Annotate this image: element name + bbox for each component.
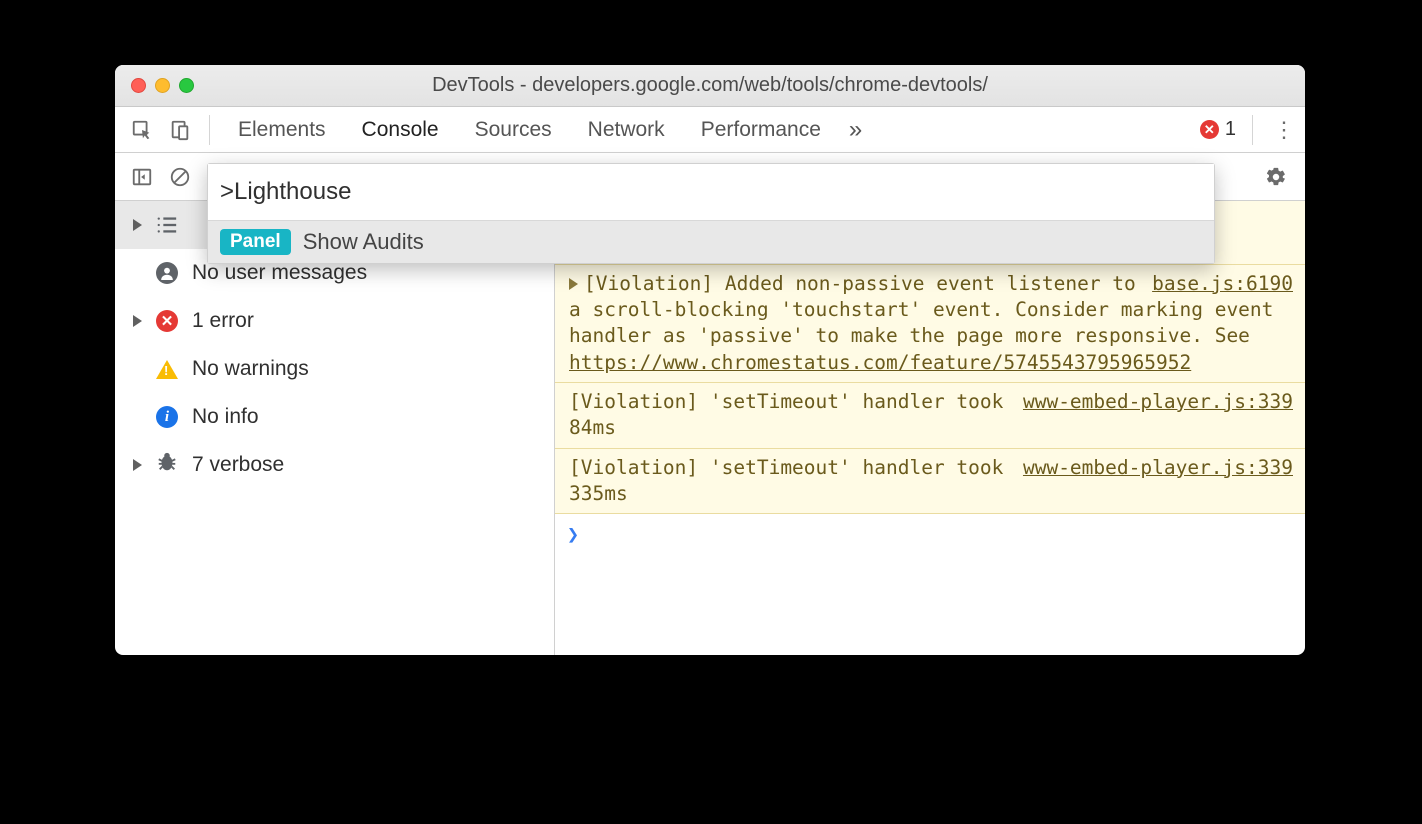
tabs-bar: Elements Console Sources Network Perform… xyxy=(115,107,1305,153)
log-entry[interactable]: www-embed-player.js:339 [Violation] 'set… xyxy=(555,383,1305,449)
log-entry[interactable]: www-embed-player.js:339 [Violation] 'set… xyxy=(555,449,1305,515)
log-source[interactable]: www-embed-player.js:339 xyxy=(1023,389,1293,415)
log-text: [Violation] 'setTimeout' handler took 33… xyxy=(569,456,1003,505)
tab-performance[interactable]: Performance xyxy=(683,107,839,152)
log-link[interactable]: https://www.chromestatus.com/feature/574… xyxy=(569,351,1191,374)
devtools-window: DevTools - developers.google.com/web/too… xyxy=(115,65,1305,655)
console-prompt[interactable] xyxy=(555,514,1305,554)
console-sidebar: No user messages ✕ 1 error No warnings i… xyxy=(115,201,555,655)
toggle-sidebar-icon[interactable] xyxy=(127,162,157,192)
log-source[interactable]: base.js:6190 xyxy=(1152,271,1293,297)
command-menu: Panel Show Audits xyxy=(207,163,1215,264)
error-count-text: 1 xyxy=(1225,118,1236,141)
window-title: DevTools - developers.google.com/web/too… xyxy=(115,74,1305,97)
minimize-icon[interactable] xyxy=(155,78,170,93)
info-icon: i xyxy=(156,406,178,428)
chevron-right-icon xyxy=(133,219,142,231)
command-menu-result[interactable]: Panel Show Audits xyxy=(208,220,1214,263)
divider xyxy=(1252,115,1253,145)
error-icon: ✕ xyxy=(1200,120,1219,139)
window-controls xyxy=(131,78,194,93)
titlebar: DevTools - developers.google.com/web/too… xyxy=(115,65,1305,107)
error-icon: ✕ xyxy=(156,310,178,332)
device-toggle-icon[interactable] xyxy=(165,115,195,145)
log-entry[interactable]: base.js:6190 [Violation] Added non-passi… xyxy=(555,265,1305,383)
sidebar-item-verbose[interactable]: 7 verbose xyxy=(115,441,554,489)
chevron-right-icon[interactable] xyxy=(569,278,578,290)
log-text: [Violation] 'setTimeout' handler took 84… xyxy=(569,390,1003,439)
sidebar-item-label: No warnings xyxy=(192,357,309,381)
warning-icon xyxy=(156,360,178,379)
tab-network[interactable]: Network xyxy=(570,107,683,152)
list-icon xyxy=(156,214,178,236)
sidebar-item-warnings[interactable]: No warnings xyxy=(115,345,554,393)
sidebar-item-label: 1 error xyxy=(192,309,254,333)
kebab-menu-icon[interactable]: ⋮ xyxy=(1271,117,1297,143)
console-toolbar: Panel Show Audits xyxy=(115,153,1305,201)
zoom-icon[interactable] xyxy=(179,78,194,93)
settings-gear-icon[interactable] xyxy=(1261,162,1291,192)
inspect-icon[interactable] xyxy=(127,115,157,145)
command-menu-input[interactable] xyxy=(208,164,1214,220)
bug-icon xyxy=(156,451,178,479)
error-count-badge[interactable]: ✕ 1 xyxy=(1200,118,1236,141)
tabs-overflow[interactable]: » xyxy=(839,107,872,152)
tab-console[interactable]: Console xyxy=(344,107,457,152)
console-log[interactable]: make the page more responsive. See https… xyxy=(555,201,1305,655)
chevron-right-icon xyxy=(133,459,142,471)
sidebar-item-label: No user messages xyxy=(192,261,367,285)
sidebar-item-errors[interactable]: ✕ 1 error xyxy=(115,297,554,345)
chevron-right-icon xyxy=(133,315,142,327)
sidebar-item-label: No info xyxy=(192,405,259,429)
panel-badge: Panel xyxy=(220,229,291,255)
clear-console-icon[interactable] xyxy=(165,162,195,192)
sidebar-item-info[interactable]: i No info xyxy=(115,393,554,441)
tab-elements[interactable]: Elements xyxy=(220,107,344,152)
sidebar-item-label: 7 verbose xyxy=(192,453,284,477)
close-icon[interactable] xyxy=(131,78,146,93)
main-area: No user messages ✕ 1 error No warnings i… xyxy=(115,201,1305,655)
log-source[interactable]: www-embed-player.js:339 xyxy=(1023,455,1293,481)
user-icon xyxy=(156,262,178,284)
divider xyxy=(209,115,210,145)
command-menu-result-label: Show Audits xyxy=(303,229,424,255)
tab-sources[interactable]: Sources xyxy=(457,107,570,152)
